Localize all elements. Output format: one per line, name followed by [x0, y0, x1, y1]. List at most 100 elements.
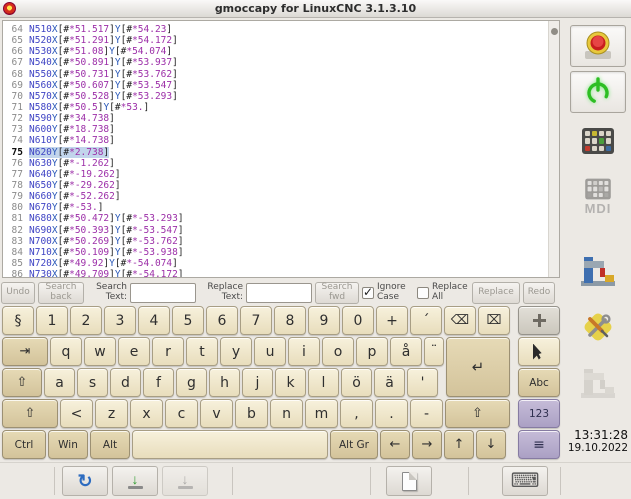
keyboard-key[interactable]: , [340, 399, 373, 428]
keyboard-key[interactable]: i [288, 337, 320, 366]
code-line[interactable]: 75N620Y[#*2.738] [3, 147, 547, 158]
ctrl-key[interactable]: Ctrl [2, 430, 46, 459]
menu-key[interactable]: ≡ [518, 430, 560, 459]
keyboard-key[interactable]: 6 [206, 306, 238, 335]
keyboard-key[interactable]: ä [374, 368, 405, 397]
machine-config-button[interactable] [570, 358, 626, 408]
space-key[interactable] [132, 430, 328, 459]
power-button[interactable] [570, 71, 626, 113]
keyboard-key[interactable]: b [235, 399, 268, 428]
ignore-case-checkbox[interactable] [362, 287, 374, 299]
redo-button[interactable]: Redo [523, 282, 555, 304]
code-line[interactable]: 79N660Y[#*-52.262] [3, 191, 547, 202]
code-line[interactable]: 71N580X[#*50.5]Y[#*53.] [3, 102, 547, 113]
code-line[interactable]: 70N570X[#*50.528]Y[#*53.293] [3, 91, 547, 102]
keyboard-key[interactable]: v [200, 399, 233, 428]
keyboard-key[interactable]: w [84, 337, 116, 366]
left-shift-key[interactable]: ⇧ [2, 399, 58, 428]
keyboard-key[interactable]: ö [341, 368, 372, 397]
code-line[interactable]: 69N560X[#*50.607]Y[#*53.547] [3, 80, 547, 91]
pointer-key[interactable] [518, 337, 560, 366]
keyboard-move-key[interactable] [518, 306, 560, 335]
code-line[interactable]: 76N630Y[#*-1.262] [3, 158, 547, 169]
settings-button[interactable] [570, 302, 626, 352]
keyboard-key[interactable]: 4 [138, 306, 170, 335]
code-line[interactable]: 66N530X[#*51.08]Y[#*54.074] [3, 46, 547, 57]
code-line[interactable]: 81N680X[#*50.472]Y[#*-53.293] [3, 213, 547, 224]
gcode-editor[interactable]: 64N510X[#*51.517]Y[#*54.23]65N520X[#*51.… [2, 20, 560, 278]
keyboard-key[interactable]: ´ [410, 306, 442, 335]
keyboard-key[interactable]: § [2, 306, 34, 335]
altgr-key[interactable]: Alt Gr [330, 430, 378, 459]
keyboard-key[interactable]: k [275, 368, 306, 397]
keyboard-key[interactable]: h [209, 368, 240, 397]
keyboard-key[interactable]: < [60, 399, 93, 428]
keyboard-key[interactable]: e [118, 337, 150, 366]
keyboard-key[interactable]: l [308, 368, 339, 397]
keyboard-key[interactable]: y [220, 337, 252, 366]
arrow-right-key[interactable]: → [412, 430, 442, 459]
right-shift-key[interactable]: ⇧ [445, 399, 510, 428]
alt-key[interactable]: Alt [90, 430, 130, 459]
search-text-input[interactable] [130, 283, 196, 303]
arrow-left-key[interactable]: ← [380, 430, 410, 459]
replace-all-option[interactable]: Replace All [417, 283, 469, 303]
keyboard-key[interactable]: 3 [104, 306, 136, 335]
keyboard-key[interactable]: 1 [36, 306, 68, 335]
code-line[interactable]: 77N640Y[#*-19.262] [3, 169, 547, 180]
keyboard-key[interactable]: a [44, 368, 75, 397]
keyboard-key[interactable]: t [186, 337, 218, 366]
keyboard-key[interactable]: - [410, 399, 443, 428]
code-line[interactable]: 72N590Y[#*34.738] [3, 113, 547, 124]
code-line[interactable]: 74N610Y[#*14.738] [3, 135, 547, 146]
keyboard-key[interactable]: d [110, 368, 141, 397]
mdi-button[interactable]: MDI [570, 168, 626, 224]
code-line[interactable]: 73N600Y[#*18.738] [3, 124, 547, 135]
estop-button[interactable] [570, 25, 626, 67]
arrow-up-key[interactable]: ↑ [444, 430, 474, 459]
save-button[interactable]: ↓ [112, 466, 158, 496]
enter-key[interactable]: ↵ [446, 337, 510, 397]
replace-button[interactable]: Replace [472, 282, 520, 304]
save-as-button[interactable]: ↓ [162, 466, 208, 496]
keyboard-key[interactable]: 8 [274, 306, 306, 335]
keyboard-key[interactable]: 0 [342, 306, 374, 335]
keyboard-key[interactable]: f [143, 368, 174, 397]
code-line[interactable]: 86N730X[#*49.709]Y[#*-54.172] [3, 269, 547, 278]
backspace-key[interactable]: ⌫ [444, 306, 476, 335]
undo-button[interactable]: Undo [1, 282, 35, 304]
new-file-button[interactable] [386, 466, 432, 496]
code-line[interactable]: 68N550X[#*50.731]Y[#*53.762] [3, 69, 547, 80]
keyboard-key[interactable]: r [152, 337, 184, 366]
keyboard-key[interactable]: p [356, 337, 388, 366]
search-back-button[interactable]: Search back [38, 282, 84, 304]
code-line[interactable]: 78N650Y[#*-29.262] [3, 180, 547, 191]
keyboard-key[interactable]: + [376, 306, 408, 335]
code-line[interactable]: 80N670Y[#*-53.] [3, 202, 547, 213]
keypad-button[interactable] [570, 118, 626, 164]
code-line[interactable]: 83N700X[#*50.269]Y[#*-53.762] [3, 236, 547, 247]
search-fwd-button[interactable]: Search fwd [315, 282, 359, 304]
caps-key[interactable]: ⇧ [2, 368, 42, 397]
ignore-case-option[interactable]: Ignore Case [362, 283, 414, 303]
keyboard-key[interactable]: . [375, 399, 408, 428]
keyboard-key[interactable]: o [322, 337, 354, 366]
keyboard-key[interactable]: s [77, 368, 108, 397]
code-line[interactable]: 67N540X[#*50.891]Y[#*53.937] [3, 57, 547, 68]
keyboard-key[interactable]: z [95, 399, 128, 428]
keyboard-toggle-button[interactable]: ⌨ [502, 466, 548, 496]
arrow-down-key[interactable]: ↓ [476, 430, 506, 459]
win-key[interactable]: Win [48, 430, 88, 459]
keyboard-key[interactable]: 2 [70, 306, 102, 335]
editor-scrollbar[interactable] [548, 21, 559, 277]
keyboard-key[interactable]: 7 [240, 306, 272, 335]
tab-key[interactable]: ⇥ [2, 337, 48, 366]
keyboard-key[interactable]: m [305, 399, 338, 428]
code-line[interactable]: 65N520X[#*51.291]Y[#*54.172] [3, 35, 547, 46]
replace-all-checkbox[interactable] [417, 287, 429, 299]
num-layer-key[interactable]: 123 [518, 399, 560, 428]
code-line[interactable]: 84N710X[#*50.109]Y[#*-53.938] [3, 247, 547, 258]
code-line[interactable]: 82N690X[#*50.393]Y[#*-53.547] [3, 225, 547, 236]
code-line[interactable]: 64N510X[#*51.517]Y[#*54.23] [3, 24, 547, 35]
keyboard-key[interactable]: ' [407, 368, 438, 397]
